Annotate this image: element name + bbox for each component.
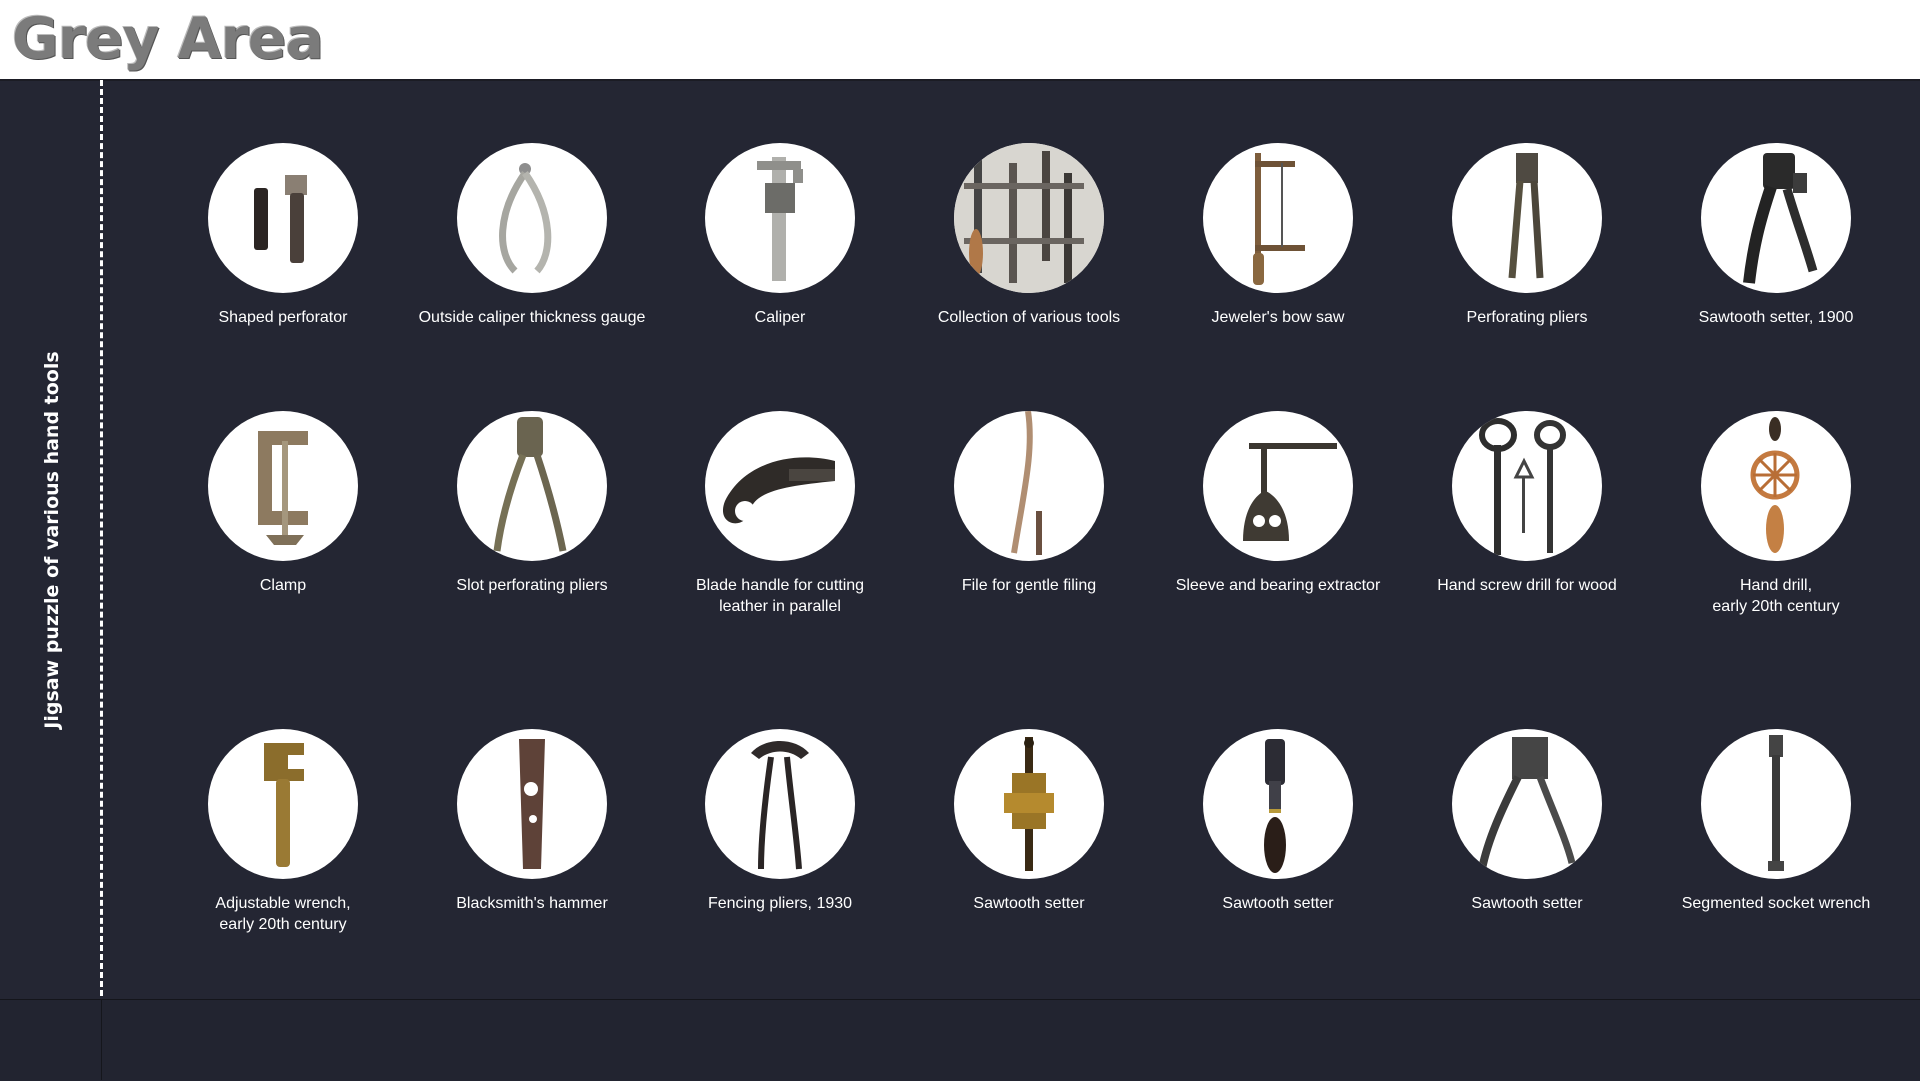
hammer-icon — [457, 729, 607, 879]
caliper-icon — [705, 143, 855, 293]
tool-label: File for gentle filing — [961, 577, 1097, 594]
tool-label: Blacksmith's hammer — [456, 895, 608, 912]
tool-label: Perforating pliers — [1466, 309, 1588, 326]
tool-tile[interactable]: Hand screw drill for wood — [1404, 411, 1650, 596]
tool-tile[interactable]: Jeweler's bow saw — [1155, 143, 1401, 328]
footer-bar — [0, 999, 1920, 1081]
header-bar: Grey Area — [0, 0, 1920, 81]
tool-tile[interactable]: Fencing pliers, 1930 — [657, 729, 903, 914]
tool-label: Caliper — [754, 309, 806, 326]
tool-label: Collection of various tools — [937, 309, 1121, 326]
tool-label: Clamp — [259, 577, 307, 594]
blade-handle-icon — [705, 411, 855, 561]
tool-tile[interactable]: Hand drill, early 20th century — [1653, 411, 1899, 617]
sidebar-caption: Jigsaw puzzle of various hand tools — [41, 351, 63, 729]
tool-label: Hand screw drill for wood — [1437, 577, 1617, 594]
clamp-icon — [208, 411, 358, 561]
tool-tile[interactable]: File for gentle filing — [906, 411, 1152, 596]
tool-tile[interactable]: Sawtooth setter — [1155, 729, 1401, 914]
tool-label: Sawtooth setter — [973, 895, 1085, 912]
perforating-pliers-icon — [1452, 143, 1602, 293]
tool-tile[interactable]: Perforating pliers — [1404, 143, 1650, 328]
perforator-icon — [208, 143, 358, 293]
tool-tile[interactable]: Shaped perforator — [160, 143, 406, 328]
tool-tile[interactable]: Outside caliper thickness gauge — [409, 143, 655, 328]
tool-label: Outside caliper thickness gauge — [418, 309, 646, 326]
bow-saw-icon — [1203, 143, 1353, 293]
tool-tile[interactable]: Sawtooth setter — [906, 729, 1152, 914]
outside-caliper-icon — [457, 143, 607, 293]
tool-label: Jeweler's bow saw — [1211, 309, 1345, 326]
tool-label: Sawtooth setter, 1900 — [1698, 309, 1854, 326]
tool-tile[interactable]: Adjustable wrench, early 20th century — [160, 729, 406, 935]
tool-tile[interactable]: Blade handle for cutting leather in para… — [657, 411, 903, 617]
tool-grid: Shaped perforator Outside caliper thickn… — [160, 143, 1880, 943]
brand-logo[interactable]: Grey Area — [12, 6, 324, 72]
sawtooth-setter-icon — [1701, 143, 1851, 293]
tool-label: Shaped perforator — [218, 309, 348, 326]
tool-tile[interactable]: Sleeve and bearing extractor — [1155, 411, 1401, 596]
screw-drill-icon — [1452, 411, 1602, 561]
tool-label: Sawtooth setter — [1471, 895, 1583, 912]
fencing-pliers-icon — [705, 729, 855, 879]
tool-collection-icon — [954, 143, 1104, 293]
slot-pliers-icon — [457, 411, 607, 561]
file-icon — [954, 411, 1104, 561]
tool-tile[interactable]: Collection of various tools — [906, 143, 1152, 328]
tool-label: Hand drill, early 20th century — [1712, 577, 1840, 615]
tool-tile[interactable]: Segmented socket wrench — [1653, 729, 1899, 914]
sawtooth-setter-icon — [1203, 729, 1353, 879]
footer-divider — [101, 999, 102, 1080]
tool-label: Sawtooth setter — [1222, 895, 1334, 912]
tool-label: Segmented socket wrench — [1681, 895, 1871, 912]
tool-label: Slot perforating pliers — [456, 577, 608, 594]
tool-tile[interactable]: Blacksmith's hammer — [409, 729, 655, 914]
tool-label: Adjustable wrench, early 20th century — [215, 895, 351, 933]
sawtooth-setter-icon — [1452, 729, 1602, 879]
adjustable-wrench-icon — [208, 729, 358, 879]
sidebar-divider — [100, 80, 103, 996]
tool-label: Sleeve and bearing extractor — [1175, 577, 1381, 594]
tool-label: Fencing pliers, 1930 — [707, 895, 853, 912]
tool-tile[interactable]: Clamp — [160, 411, 406, 596]
sawtooth-setter-icon — [954, 729, 1104, 879]
hand-drill-icon — [1701, 411, 1851, 561]
tool-tile[interactable]: Sawtooth setter — [1404, 729, 1650, 914]
bearing-extractor-icon — [1203, 411, 1353, 561]
tool-tile[interactable]: Slot perforating pliers — [409, 411, 655, 596]
tool-label: Blade handle for cutting leather in para… — [695, 577, 865, 615]
socket-wrench-icon — [1701, 729, 1851, 879]
tool-tile[interactable]: Sawtooth setter, 1900 — [1653, 143, 1899, 328]
tool-tile[interactable]: Caliper — [657, 143, 903, 328]
